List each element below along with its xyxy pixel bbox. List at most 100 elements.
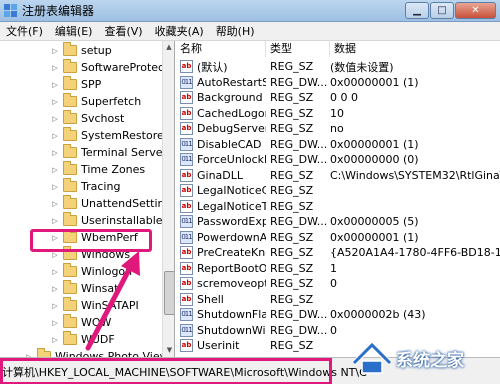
minimize-icon: ▁ [413,5,421,16]
value-list[interactable]: 名称 类型 数据 ab (默认) REG_SZ (数值未设置) 011 AutoResta… [176,41,500,357]
value-row[interactable]: 011 PowerdownAf... REG_SZ 0x00000001 (1) [176,229,500,246]
binary-value-icon: 011 [180,230,193,244]
value-name-cell: 011 PasswordExpi... [180,215,266,228]
menu-edit[interactable]: 编辑(E) [49,23,99,39]
column-header-type[interactable]: 类型 [266,41,330,57]
maximize-button[interactable]: □ [430,2,454,19]
value-name-cell: ab CachedLogon... [180,106,266,120]
scroll-down-icon[interactable]: ▼ [163,344,174,357]
binary-value-icon: 011 [180,137,193,151]
menu-favorites[interactable]: 收藏夹(A) [149,23,210,39]
expand-arrow-icon[interactable]: ▷ [50,302,60,310]
expand-arrow-icon[interactable]: ▷ [50,183,60,191]
tree-item[interactable]: ▷ Userinstallable.dr [50,212,174,229]
value-name: CachedLogon... [197,106,266,120]
tree-item[interactable]: ▷ SPP [50,76,101,93]
value-name: DebugServer... [197,122,266,135]
expand-arrow-icon[interactable]: ▷ [50,98,60,106]
menu-bar: 文件(F) 编辑(E) 查看(V) 收藏夹(A) 帮助(H) [0,22,500,41]
expand-arrow-icon[interactable]: ▷ [50,285,60,293]
scroll-up-icon[interactable]: ▲ [163,41,174,54]
tree-item[interactable]: ▷ WinSATAPI [50,297,139,314]
tree-item-label: Windows Photo Viewer [55,350,175,357]
value-name: LegalNoticeT... [197,199,266,213]
value-row[interactable]: ab (默认) REG_SZ (数值未设置) [176,58,500,75]
tree-item[interactable]: ▷ Superfetch [50,93,141,110]
minimize-button[interactable]: ▁ [405,2,429,19]
value-data: 10 [330,106,344,120]
tree-item[interactable]: ▷ WUDF [50,331,115,348]
expand-arrow-icon[interactable]: ▷ [50,166,60,174]
tree-item[interactable]: ▷ Windows Photo Viewer [24,348,175,357]
value-row[interactable]: 011 ShutdownFlags REG_DW...0x0000002b (43) [176,306,500,323]
value-data: 0x0000002b (43) [330,308,426,321]
value-data: 0x00000001 (1) [330,75,419,89]
tree-scrollbar[interactable]: ▲ ▼ [162,41,174,357]
value-row[interactable]: ab ReportBootOk REG_SZ 1 [176,260,500,277]
value-row[interactable]: 011 PasswordExpi... REG_DW...0x00000005 (5… [176,213,500,230]
tree-item-label: Time Zones [81,163,146,176]
tree-item[interactable]: ▷ Terminal Server [50,144,167,161]
expand-arrow-icon[interactable]: ▷ [50,319,60,327]
value-row[interactable]: ab LegalNoticeT... REG_SZ [176,198,500,215]
tree-item[interactable]: ▷ Tracing [50,178,120,195]
tree-item[interactable]: ▷ UnattendSettings [50,195,174,212]
value-data: 0x00000001 (1) [330,137,419,151]
value-name-cell: ab LegalNoticeT... [180,199,266,213]
expand-arrow-icon[interactable]: ▷ [50,47,60,55]
value-name-cell: ab DebugServer... [180,122,266,135]
value-row[interactable]: ab scremoveopti... REG_SZ 0 [176,275,500,292]
value-name-cell: 011 ShutdownWit... [180,323,266,337]
tree-item[interactable]: ▷ SoftwareProtectic [50,59,174,76]
value-row[interactable]: 011 AutoRestartS... REG_DW...0x00000001 (1… [176,74,500,91]
expand-arrow-icon[interactable]: ▷ [50,217,60,225]
value-row[interactable]: 011 DisableCAD REG_DW... 0x00000001 (1) [176,136,500,153]
string-value-icon: ab [180,91,193,104]
tree-item[interactable]: ▷ setup [50,42,112,59]
expand-arrow-icon[interactable]: ▷ [50,268,60,276]
value-name-cell: 011 DisableCAD [180,137,266,151]
column-header-name[interactable]: 名称 [176,41,266,57]
column-header-data[interactable]: 数据 [330,41,500,57]
menu-help[interactable]: 帮助(H) [210,23,261,39]
expand-arrow-icon[interactable]: ▷ [50,132,60,140]
tree-item[interactable]: ▷ SystemRestore [50,127,164,144]
tree-item[interactable]: ▷ Svchost [50,110,124,127]
string-value-icon: ab [180,261,193,275]
value-name: LegalNoticeC... [197,184,266,197]
expand-arrow-icon[interactable]: ▷ [50,200,60,208]
expand-arrow-icon[interactable]: ▷ [50,81,60,89]
value-row[interactable]: 011 ForceUnlockL... REG_DW...0x00000000 (0… [176,151,500,168]
value-name: DisableCAD [197,137,262,151]
value-row[interactable]: ab GinaDLL REG_SZ C:\Windows\SYSTEM32\RtlGi… [176,167,500,184]
value-name-cell: ab LegalNoticeC... [180,184,266,197]
tree-item[interactable]: ▷ Winsat [50,280,118,297]
value-row[interactable]: ab LegalNoticeC... REG_SZ [176,182,500,199]
registry-tree[interactable]: ▷ setup ▷ SoftwareProtectic ▷ SPP ▷ Superfetch ▷… [0,41,175,357]
tree-item[interactable]: ▷ Time Zones [50,161,145,178]
expand-arrow-icon[interactable]: ▷ [50,336,60,344]
string-value-icon: ab [180,106,193,120]
menu-view[interactable]: 查看(V) [98,23,148,39]
string-value-icon: ab [180,292,193,306]
folder-icon [63,263,77,277]
value-type: REG_DW... [270,215,328,228]
scrollbar-thumb[interactable] [164,271,174,315]
tree-item[interactable]: ▷ Winlogon [50,263,132,280]
value-type: REG_SZ [270,199,314,213]
value-row[interactable]: ab DebugServer... REG_SZ no [176,120,500,137]
winlogon-highlight-box [30,229,152,252]
value-name: PasswordExpi... [197,215,266,228]
value-row[interactable]: ab Background REG_SZ 0 0 0 [176,89,500,106]
menu-file[interactable]: 文件(F) [0,23,49,39]
tree-item[interactable]: ▷ WOW [50,314,111,331]
value-row[interactable]: ab Shell REG_SZ [176,291,500,308]
close-button[interactable]: ✕ [455,2,496,19]
expand-arrow-icon[interactable]: ▷ [50,115,60,123]
value-row[interactable]: ab CachedLogon... REG_SZ 10 [176,105,500,122]
expand-arrow-icon[interactable]: ▷ [50,149,60,157]
value-row[interactable]: ab PreCreateKno... REG_SZ {A520A1A4-1780-4F… [176,244,500,261]
value-name: PowerdownAf... [197,230,266,244]
expand-arrow-icon[interactable]: ▷ [50,64,60,72]
regedit-app-icon [4,3,18,18]
